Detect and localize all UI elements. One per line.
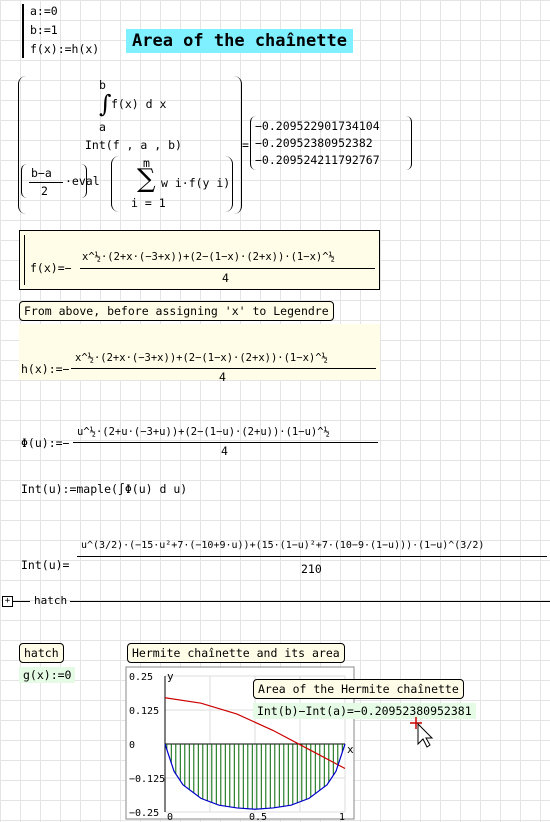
phi-fraction-line (73, 442, 378, 443)
y-tick-label: 0.125 (129, 706, 159, 717)
y-tick-label: 0.25 (129, 672, 153, 683)
y-tick-label: 0 (129, 740, 135, 751)
phi-numerator: u^½·(2+u·(−3+u))+(2−(1−u)·(2+u))·(1−u)^½ (77, 426, 330, 438)
f-numerator: x^½·(2+x·(−3+x))+(2−(1−x)·(2+x))·(1−x)^½ (82, 251, 335, 263)
plot-xlabel: x (347, 743, 354, 756)
region-label[interactable]: hatch (34, 594, 67, 607)
integral-sign: ∫ (99, 90, 112, 118)
int-expression[interactable]: Int(u)= u^(3/2)·(−15·u²+7·(−10+9·u))+(15… (19, 520, 549, 576)
region-line-left (12, 601, 30, 602)
h-denominator: 4 (219, 370, 226, 384)
note-before-legendre[interactable]: From above, before assigning 'x' to Lege… (19, 301, 334, 321)
result-vector[interactable]: −0.209522901734104 −0.20952380952382 −0.… (250, 116, 412, 170)
def-b[interactable]: b:=1 (30, 23, 99, 37)
area-result[interactable]: Int(b)−Int(a)=−0.20952380952381 (253, 703, 476, 719)
h-numerator: x^½·(2+x·(−3+x))+(2−(1−x)·(2+x))·(1−x)^½ (75, 352, 328, 364)
arrow-pointer (417, 722, 434, 748)
integral-lower: a (99, 120, 106, 134)
result-2: −0.20952380952382 (255, 136, 373, 150)
page-title[interactable]: Area of the chaînette (126, 29, 353, 53)
x-tick-label: 0.5 (249, 812, 267, 820)
sum-sign: ∑ (137, 164, 156, 194)
int-numerator: u^(3/2)·(−15·u²+7·(−10+9·u))+(15·(1−u)²+… (81, 540, 485, 551)
result-3: −0.209524211792767 (255, 153, 380, 167)
phi-expression[interactable]: Φ(u):=− u^½·(2+u·(−3+u))+(2−(1−u)·(2+u))… (19, 400, 380, 460)
f-denominator: 4 (222, 271, 229, 285)
f-expression-bar (24, 235, 25, 285)
phi-denominator: 4 (221, 444, 228, 458)
equals-sign: = (242, 138, 249, 152)
h-lhs: h(x):=− (21, 362, 70, 376)
f-fraction-line (80, 268, 375, 269)
def-f[interactable]: f(x):=h(x) (30, 42, 99, 56)
h-expression-panel[interactable]: h(x):=− x^½·(2+x·(−3+x))+(2−(1−x)·(2+x))… (19, 324, 380, 384)
int-denominator: 210 (301, 562, 322, 576)
area-title[interactable]: Area of the Hermite chaînette (253, 679, 464, 699)
integral-block[interactable]: b ∫ f(x) d x a Int(f , a , b) b−a 2 ·eva… (18, 76, 242, 214)
phi-lhs: Φ(u):=− (21, 436, 70, 450)
frac-den: 2 (41, 184, 48, 198)
plot-ylabel: y (167, 670, 174, 683)
sum-lower: i = 1 (131, 196, 166, 210)
x-tick-label: 1 (339, 812, 345, 820)
frac-num: b−a (31, 166, 52, 180)
f-expression-panel[interactable]: f(x)=− x^½·(2+x·(−3+x))+(2−(1−x)·(2+x))·… (19, 230, 380, 290)
int-call: Int(f , a , b) (85, 138, 182, 152)
x-tick-label: 0 (167, 812, 173, 820)
g-def[interactable]: g(x):=0 (19, 667, 76, 683)
definition-block: a:=0 b:=1 f(x):=h(x) (22, 4, 99, 58)
int-fraction-line (77, 556, 547, 557)
f-lhs: f(x)=− (30, 261, 72, 275)
int-lhs: Int(u)= (21, 558, 70, 572)
y-tick-label: −0.125 (129, 774, 165, 785)
integral-integrand: f(x) d x (111, 97, 167, 111)
hatch-label[interactable]: hatch (19, 643, 64, 663)
y-tick-label: −0.25 (129, 808, 159, 819)
frac-line (29, 182, 63, 183)
plot-title[interactable]: Hermite chaînette and its area (127, 643, 345, 663)
eval-label: ·eval (65, 174, 100, 188)
def-a[interactable]: a:=0 (30, 4, 99, 18)
result-1: −0.209522901734104 (255, 119, 380, 133)
int-maple-def[interactable]: Int(u):=maple(∫Φ(u) d u) (21, 482, 187, 496)
h-fraction-line (71, 368, 376, 369)
region-line-right (70, 601, 550, 602)
mouse-cursor-icon (410, 717, 434, 748)
sum-body: w i·f(y i) (161, 176, 231, 190)
